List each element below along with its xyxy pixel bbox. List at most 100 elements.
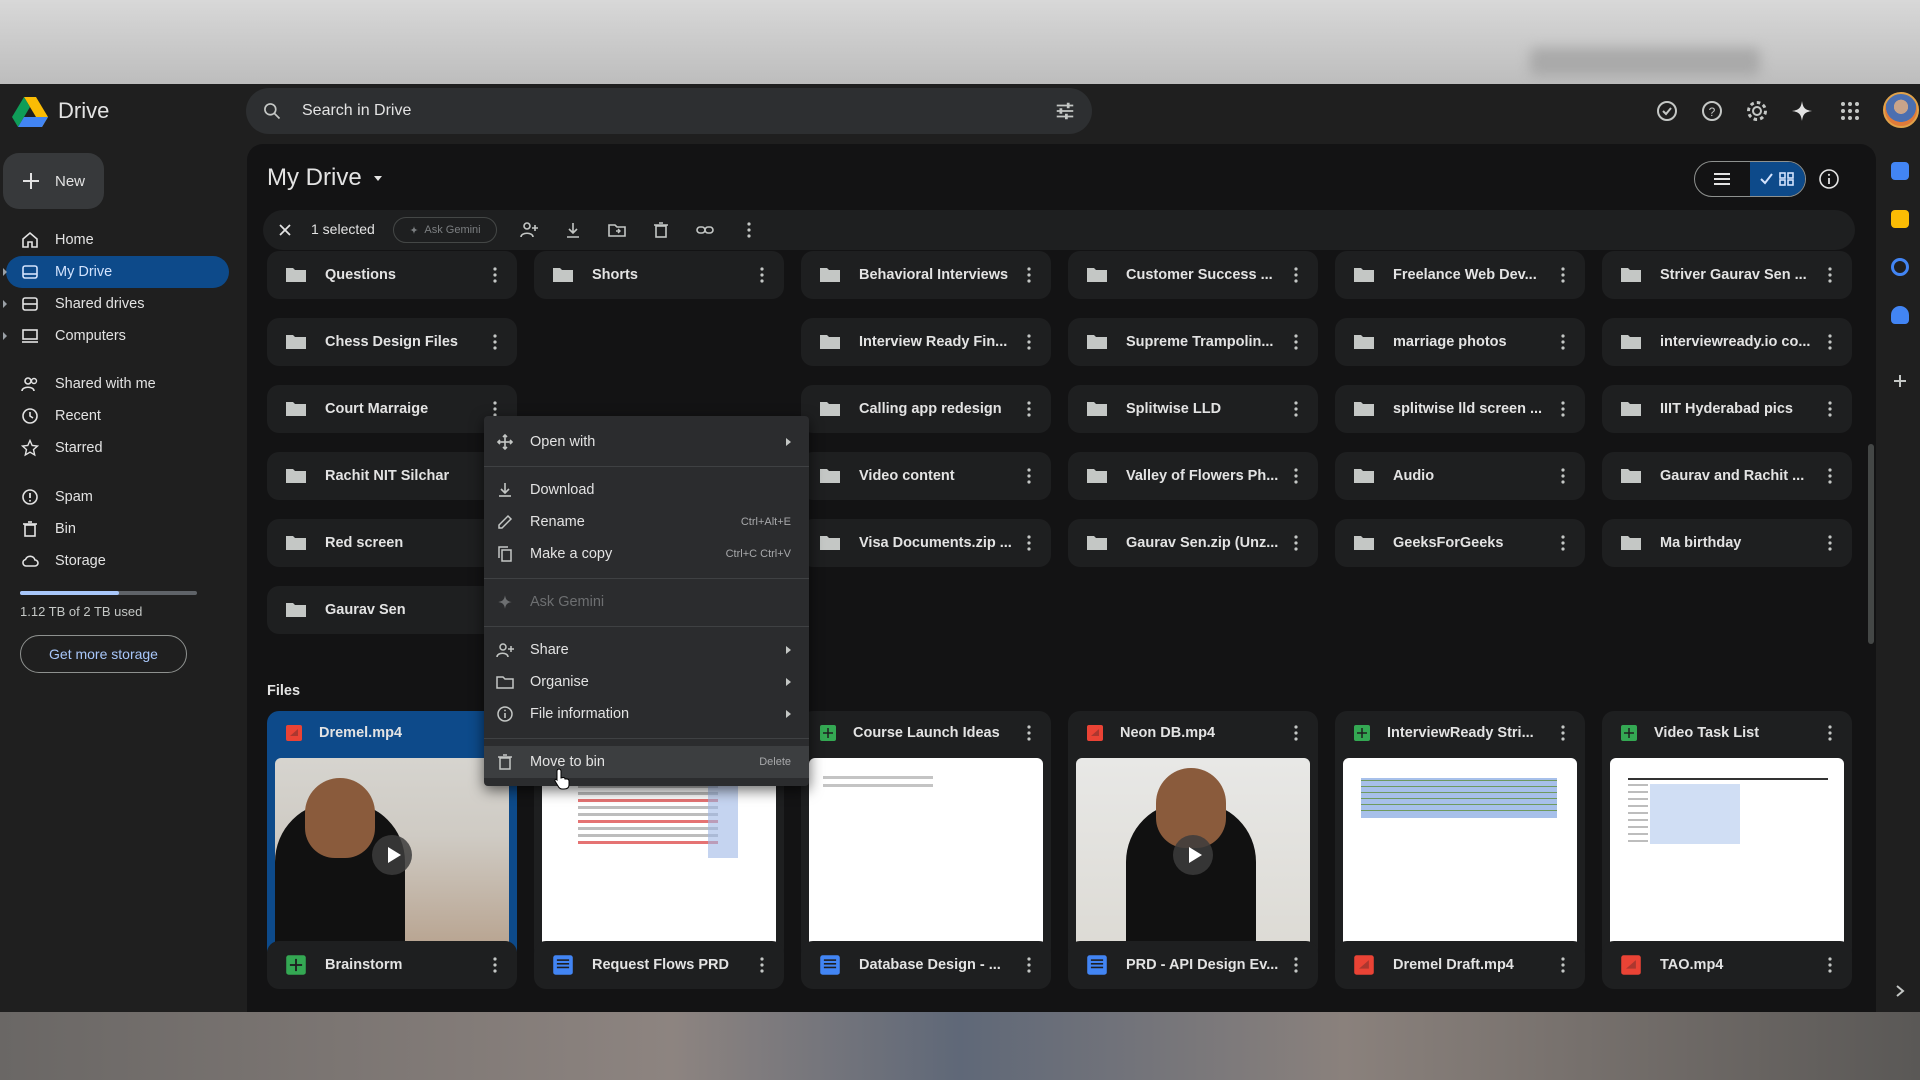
sidebar-item-shared-drives[interactable]: Shared drives (3, 288, 229, 320)
more-options-icon[interactable] (752, 955, 772, 975)
list-view-button[interactable] (1695, 162, 1751, 196)
more-options-icon[interactable] (1019, 723, 1039, 743)
menu-open-with[interactable]: Open with (484, 426, 809, 458)
more-options-icon[interactable] (485, 955, 505, 975)
apps-grid-icon[interactable] (1838, 99, 1862, 123)
menu-file-information[interactable]: File information (484, 698, 809, 730)
sidebar-item-bin[interactable]: Bin (6, 513, 229, 545)
download-icon[interactable] (563, 220, 583, 240)
chevron-right-icon[interactable] (1894, 984, 1906, 998)
folder-tile[interactable]: interviewready.io co... (1602, 318, 1852, 366)
more-options-icon[interactable] (1019, 399, 1039, 419)
sidebar-item-storage[interactable]: Storage (6, 545, 229, 577)
more-options-icon[interactable] (1820, 723, 1840, 743)
more-options-icon[interactable] (1286, 955, 1306, 975)
more-options-icon[interactable] (1820, 955, 1840, 975)
folder-tile[interactable]: Splitwise LLD (1068, 385, 1318, 433)
more-options-icon[interactable] (1820, 466, 1840, 486)
file-thumbnail[interactable] (1076, 758, 1310, 952)
more-options-icon[interactable] (485, 332, 505, 352)
more-options-icon[interactable] (1019, 955, 1039, 975)
menu-make-a-copy[interactable]: Make a copy Ctrl+C Ctrl+V (484, 538, 809, 570)
more-options-icon[interactable] (1553, 265, 1573, 285)
offline-ready-icon[interactable] (1655, 99, 1679, 123)
more-options-icon[interactable] (1286, 399, 1306, 419)
more-options-icon[interactable] (1820, 533, 1840, 553)
drive-logo-icon[interactable] (12, 94, 48, 128)
expand-caret-icon[interactable] (3, 300, 7, 308)
more-options-icon[interactable] (1286, 723, 1306, 743)
calendar-icon[interactable] (1891, 162, 1909, 180)
folder-tile[interactable]: GeeksForGeeks (1335, 519, 1585, 567)
sidebar-item-my-drive[interactable]: My Drive (3, 256, 229, 288)
expand-caret-icon[interactable] (3, 332, 7, 340)
folder-tile[interactable]: Chess Design Files (267, 318, 517, 366)
folder-tile[interactable]: Shorts (534, 251, 784, 299)
folder-tile[interactable]: Interview Ready Fin... (801, 318, 1051, 366)
folder-tile[interactable]: marriage photos (1335, 318, 1585, 366)
more-options-icon[interactable] (1019, 265, 1039, 285)
search-icon[interactable] (262, 101, 282, 121)
search-options-icon[interactable] (1054, 100, 1076, 122)
folder-tile[interactable]: Audio (1335, 452, 1585, 500)
more-options-icon[interactable] (1019, 466, 1039, 486)
file-card[interactable]: Neon DB.mp4 (1068, 711, 1318, 961)
more-options-icon[interactable] (1553, 723, 1573, 743)
search-input[interactable] (302, 96, 1002, 126)
more-options-icon[interactable] (1286, 466, 1306, 486)
folder-tile[interactable]: Visa Documents.zip ... (801, 519, 1051, 567)
more-options-icon[interactable] (1553, 332, 1573, 352)
more-options-icon[interactable] (485, 265, 505, 285)
search-bar[interactable] (246, 88, 1092, 134)
folder-tile[interactable]: Video content (801, 452, 1051, 500)
folder-tile[interactable]: Red screen (267, 519, 517, 567)
file-thumbnail[interactable] (542, 758, 776, 952)
file-tile[interactable]: Brainstorm (267, 941, 517, 989)
sidebar-item-spam[interactable]: Spam (6, 481, 229, 513)
folder-tile[interactable]: Behavioral Interviews (801, 251, 1051, 299)
trash-icon[interactable] (651, 220, 671, 240)
more-options-icon[interactable] (1019, 332, 1039, 352)
settings-gear-icon[interactable] (1745, 99, 1769, 123)
keep-icon[interactable] (1891, 210, 1909, 228)
more-options-icon[interactable] (752, 265, 772, 285)
ask-gemini-button[interactable]: Ask Gemini (393, 217, 497, 243)
more-options-icon[interactable] (1553, 955, 1573, 975)
page-title[interactable]: My Drive (267, 164, 384, 192)
more-options-icon[interactable] (1820, 399, 1840, 419)
contacts-icon[interactable] (1891, 306, 1909, 324)
folder-tile[interactable]: Gaurav and Rachit ... (1602, 452, 1852, 500)
file-card[interactable]: Video Task List (1602, 711, 1852, 961)
more-options-icon[interactable] (1286, 265, 1306, 285)
expand-caret-icon[interactable] (3, 268, 7, 276)
more-options-icon[interactable] (1286, 332, 1306, 352)
folder-tile[interactable]: Gaurav Sen.zip (Unz... (1068, 519, 1318, 567)
menu-download[interactable]: Download (484, 474, 809, 506)
folder-tile[interactable]: Valley of Flowers Ph... (1068, 452, 1318, 500)
copy-link-icon[interactable] (695, 220, 715, 240)
scrollbar[interactable] (1868, 444, 1874, 644)
folder-tile[interactable]: Ma birthday (1602, 519, 1852, 567)
sidebar-item-shared-with-me[interactable]: Shared with me (6, 368, 229, 400)
more-options-icon[interactable] (1553, 466, 1573, 486)
file-tile[interactable]: Database Design - ... (801, 941, 1051, 989)
add-addon-plus-icon[interactable] (1891, 372, 1909, 390)
sidebar-item-starred[interactable]: Starred (6, 432, 229, 464)
file-card[interactable]: InterviewReady Stri... (1335, 711, 1585, 961)
app-brand[interactable]: Drive (58, 98, 109, 124)
share-add-person-icon[interactable] (519, 220, 539, 240)
sidebar-item-recent[interactable]: Recent (6, 400, 229, 432)
more-options-icon[interactable] (1286, 533, 1306, 553)
more-options-icon[interactable] (1553, 399, 1573, 419)
get-more-storage-button[interactable]: Get more storage (20, 635, 187, 673)
file-thumbnail[interactable] (1610, 758, 1844, 952)
play-button-icon[interactable] (372, 835, 412, 875)
file-thumbnail[interactable] (275, 758, 509, 952)
file-tile[interactable]: PRD - API Design Ev... (1068, 941, 1318, 989)
tasks-icon[interactable] (1891, 258, 1909, 276)
folder-tile[interactable]: IIIT Hyderabad pics (1602, 385, 1852, 433)
menu-organise[interactable]: Organise (484, 666, 809, 698)
help-icon[interactable]: ? (1700, 99, 1724, 123)
menu-move-to-bin[interactable]: Move to bin Delete (484, 746, 809, 778)
gemini-sparkle-icon[interactable] (1790, 99, 1814, 123)
